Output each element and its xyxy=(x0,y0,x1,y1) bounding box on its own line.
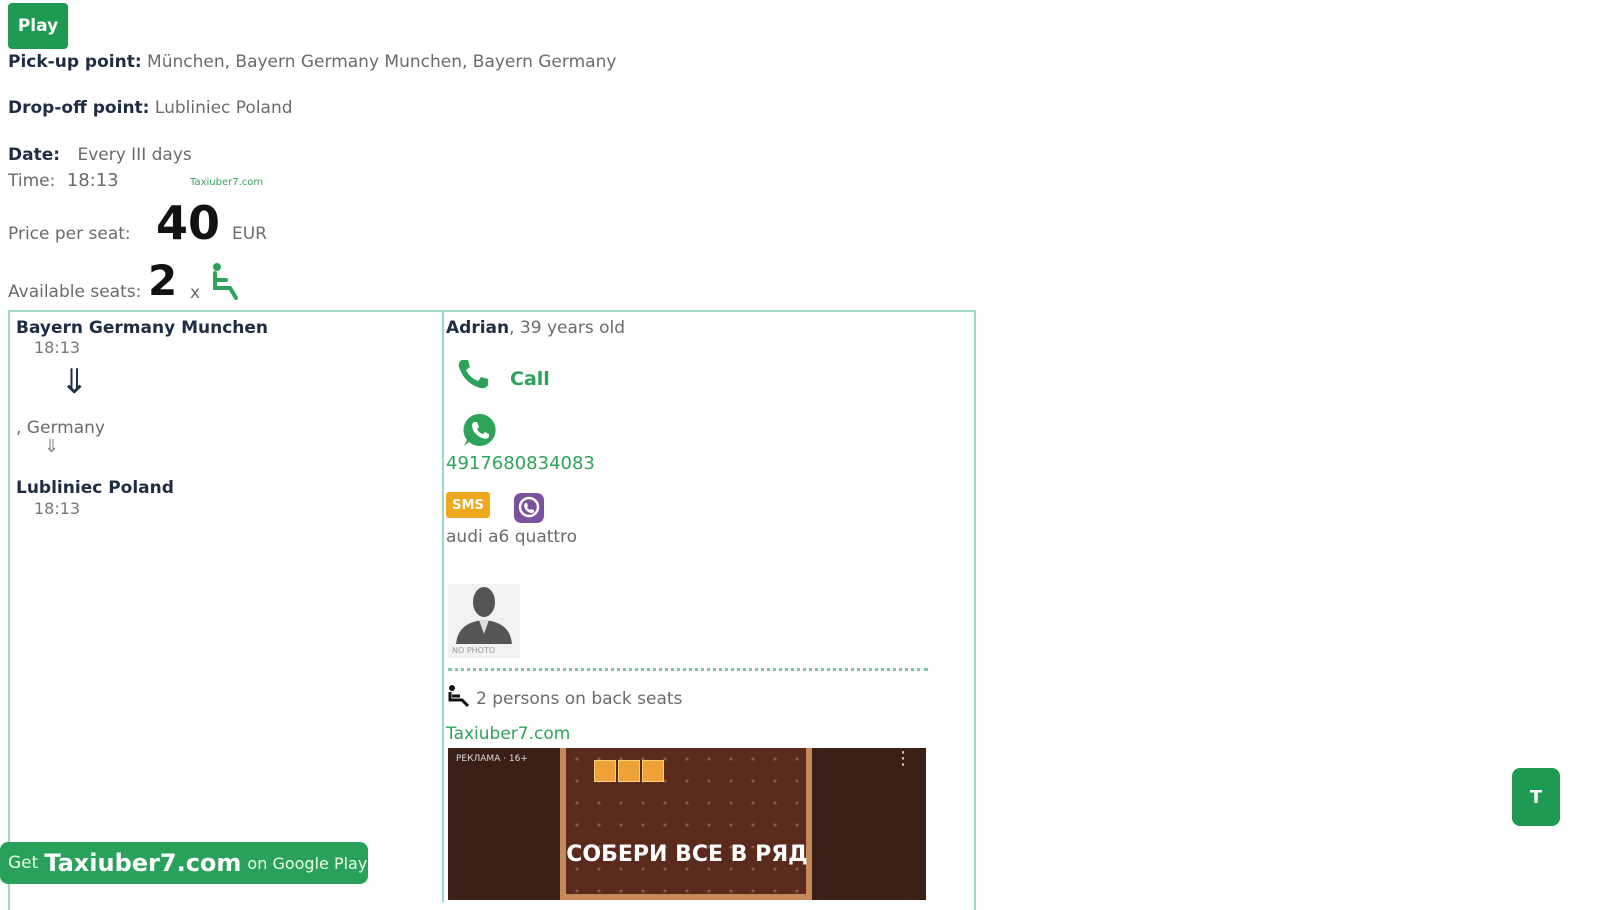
to-city: Lubliniec Poland xyxy=(16,478,174,498)
down-arrow-small-icon: ⇓ xyxy=(44,436,60,457)
from-city: Bayern Germany Munchen xyxy=(16,318,269,338)
google-play-banner[interactable]: Get Taxiuber7.com on Google Play xyxy=(0,842,368,884)
phone-icon[interactable] xyxy=(456,358,490,395)
person-silhouette-icon xyxy=(456,587,512,644)
pickup-row: Pick-up point: München, Bayern Germany M… xyxy=(8,52,616,72)
time-row: Time: 18:13 xyxy=(8,170,119,191)
car-model: audi a6 quattro xyxy=(446,527,578,547)
dropoff-value: Lubliniec Poland xyxy=(154,98,293,118)
sms-button[interactable]: SMS xyxy=(446,492,490,518)
seats-label: Available seats: xyxy=(8,282,142,302)
ad-menu-icon[interactable]: ⋮ xyxy=(894,750,912,768)
ad-game-board xyxy=(560,748,812,900)
watermark: Taxiuber7.com xyxy=(190,177,264,188)
date-label: Date: xyxy=(8,145,61,165)
price-label: Price per seat: xyxy=(8,224,131,244)
panel-divider xyxy=(442,312,444,902)
banner-store: on Google Play xyxy=(247,853,368,873)
avatar: NO PHOTO xyxy=(448,584,520,658)
viber-icon[interactable] xyxy=(513,492,545,529)
price-currency: EUR xyxy=(232,224,267,244)
driver-age: , 39 years old xyxy=(509,318,626,338)
dropoff-row: Drop-off point: Lubliniec Poland xyxy=(8,98,293,118)
seat-recline-icon xyxy=(446,684,472,713)
ad-label: РЕКЛАМА · 16+ xyxy=(456,754,528,764)
driver-header: Adrian, 39 years old xyxy=(446,318,625,338)
seats-count: 2 xyxy=(148,256,178,305)
to-time: 18:13 xyxy=(34,499,81,518)
seats-times: x xyxy=(190,283,201,303)
time-value: 18:13 xyxy=(66,170,119,191)
whatsapp-icon[interactable] xyxy=(462,412,498,453)
call-link[interactable]: Call xyxy=(510,368,550,390)
dropoff-label: Drop-off point: xyxy=(8,98,150,118)
site-link[interactable]: Taxiuber7.com xyxy=(446,724,570,744)
banner-brand: Taxiuber7.com xyxy=(44,849,242,877)
phone-number[interactable]: 4917680834083 xyxy=(446,453,595,474)
scroll-top-button[interactable]: T xyxy=(1512,768,1560,826)
no-photo-label: NO PHOTO xyxy=(452,646,496,655)
pickup-label: Pick-up point: xyxy=(8,52,142,72)
dotted-separator xyxy=(448,668,928,671)
ad-title: СОБЕРИ ВСЕ В РЯД xyxy=(566,842,808,867)
time-label: Time: xyxy=(8,171,56,191)
date-value: Every III days xyxy=(77,145,192,165)
back-seats-info: 2 persons on back seats xyxy=(476,689,683,709)
advertisement[interactable]: РЕКЛАМА · 16+ ⋮ СОБЕРИ ВСЕ В РЯД xyxy=(448,748,926,900)
play-button[interactable]: Play xyxy=(8,3,68,49)
from-time: 18:13 xyxy=(34,338,81,357)
mid-stop: , Germany xyxy=(16,418,105,438)
banner-get: Get xyxy=(8,853,39,873)
pickup-value: München, Bayern Germany Munchen, Bayern … xyxy=(147,52,617,72)
seat-icon xyxy=(206,262,242,305)
price-amount: 40 xyxy=(156,196,221,250)
driver-name: Adrian xyxy=(446,318,510,338)
date-row: Date: Every III days xyxy=(8,145,192,165)
down-arrow-icon: ⇓ xyxy=(60,362,89,402)
